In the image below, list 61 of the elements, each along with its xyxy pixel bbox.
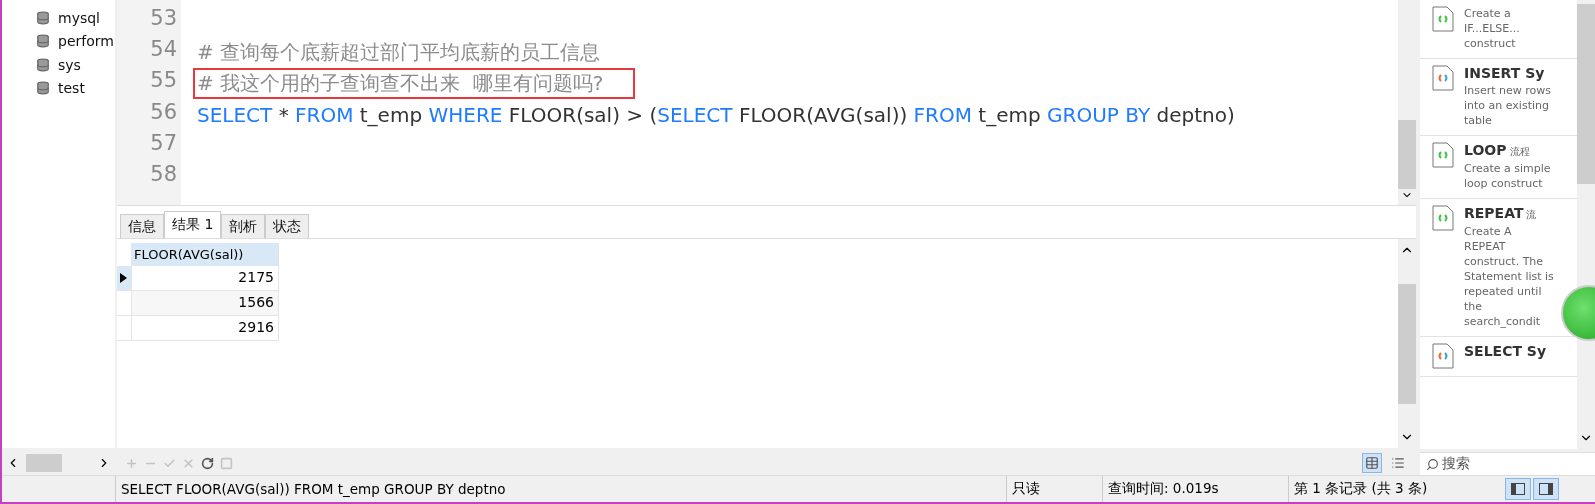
- status-mode: 只读: [1006, 476, 1102, 502]
- line-number: 56: [150, 99, 177, 126]
- result-tab[interactable]: 状态: [265, 214, 310, 238]
- line-number: 55: [150, 68, 177, 95]
- snippet-file-icon: [1432, 142, 1454, 168]
- snippet-file-icon: [1432, 6, 1454, 32]
- column-header[interactable]: FLOOR(AVG(sal)): [131, 243, 279, 266]
- snippet-description: Create a IF...ELSE... construct: [1464, 6, 1521, 51]
- row-marker[interactable]: [117, 266, 131, 291]
- scrollbar-thumb[interactable]: [1398, 283, 1416, 404]
- database-item[interactable]: perform: [36, 31, 115, 51]
- left-panel-icon: [1511, 483, 1525, 495]
- scrollbar-thumb[interactable]: [26, 454, 62, 472]
- database-icon: [36, 57, 50, 72]
- result-tab[interactable]: 结果 1: [164, 211, 222, 238]
- refresh-icon[interactable]: [201, 456, 214, 470]
- snippet-title: REPEAT 流: [1464, 205, 1538, 222]
- database-item[interactable]: test: [36, 78, 115, 98]
- database-icon: [36, 10, 50, 25]
- search-icon: [1426, 457, 1439, 471]
- database-icon: [36, 34, 50, 49]
- line-number: 54: [150, 37, 177, 64]
- search-field[interactable]: 搜索: [1420, 452, 1595, 475]
- code-line: # 查询每个底薪超过部门平均底薪的员工信息: [196, 39, 602, 67]
- table-cell: 2175: [131, 266, 279, 291]
- right-panel-icon: [1539, 483, 1553, 495]
- left-pane-button[interactable]: [1505, 478, 1531, 500]
- database-item[interactable]: mysql: [36, 8, 115, 28]
- snippet-item[interactable]: LOOP 流程 Create a simple loop construct: [1420, 136, 1577, 199]
- scrollbar-thumb[interactable]: [1398, 120, 1416, 189]
- snippet-description: Create A REPEAT construct. The Statement list is repeated until the search_condit: [1464, 224, 1554, 329]
- table-icon: [1365, 456, 1379, 470]
- line-number: 57: [150, 130, 177, 157]
- snippet-title: SELECT Sy: [1464, 343, 1548, 359]
- result-tab[interactable]: 剖析: [221, 214, 266, 238]
- snippet-description: Create a simple loop construct: [1464, 161, 1552, 191]
- result-tab[interactable]: 信息: [120, 214, 164, 238]
- current-row-icon: [120, 273, 127, 283]
- scrollbar-thumb[interactable]: [1577, 4, 1595, 184]
- snippet-description: Insert new rows into an existing table: [1464, 83, 1553, 128]
- snippet-file-icon: [1432, 205, 1454, 231]
- status-query: SELECT FLOOR(AVG(sal)) FROM t_emp GROUP BY deptno: [115, 476, 1006, 502]
- status-records: 第 1 条记录 (共 3 条): [1288, 476, 1504, 502]
- table-cell: 2916: [131, 316, 279, 341]
- snippet-item[interactable]: SELECT Sy: [1420, 337, 1577, 377]
- right-pane-button[interactable]: [1533, 478, 1559, 500]
- database-icon: [36, 81, 50, 96]
- table-cell: 1566: [131, 291, 279, 316]
- line-number: 53: [150, 6, 177, 32]
- grid-view-button[interactable]: [1362, 453, 1382, 473]
- database-item[interactable]: sys: [36, 55, 115, 75]
- line-number: 58: [150, 161, 177, 188]
- list-icon: [1391, 456, 1405, 470]
- snippet-item[interactable]: Create a IF...ELSE... construct: [1420, 0, 1577, 59]
- snippet-item[interactable]: INSERT Sy Insert new rows into an existing table: [1420, 59, 1577, 136]
- snippet-file-icon: [1432, 343, 1454, 369]
- snippet-title: INSERT Sy: [1464, 65, 1546, 81]
- status-time: 查询时间: 0.019s: [1102, 476, 1288, 502]
- code-line: SELECT * FROM t_emp WHERE FLOOR(sal) > (SELECT FLOOR(AVG(sal)) FROM t_emp GROUP BY deptno): [196, 102, 1236, 130]
- snippet-title: LOOP 流程: [1464, 142, 1531, 159]
- snippet-file-icon: [1432, 65, 1454, 91]
